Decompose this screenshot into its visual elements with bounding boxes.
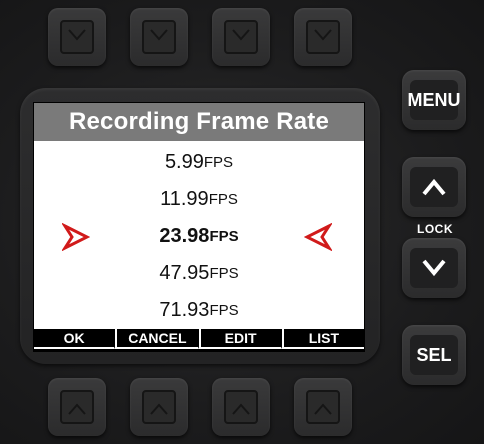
softkey-bar: OK CANCEL EDIT LIST [34, 329, 364, 351]
menu-button[interactable]: MENU [402, 70, 466, 130]
down-chevron-icon [142, 20, 176, 54]
frame-rate-value: 71.93 [159, 299, 210, 321]
frame-rate-unit: FPS [208, 191, 238, 208]
list-item-frame-rate[interactable]: 71.93 FPS [34, 292, 364, 329]
frame-rate-value: 47.95 [159, 262, 210, 284]
softkey-cancel[interactable]: CANCEL [115, 329, 199, 349]
up-arrow-icon [410, 167, 458, 207]
frame-rate-value: 23.98 [159, 225, 210, 247]
down-arrow-button[interactable] [402, 238, 466, 298]
frame-rate-list[interactable]: 5.99 FPS 11.99 FPS 23.98 FPS 47.95 FPS 71.93… [34, 141, 364, 329]
lock-label: LOCK [417, 222, 453, 236]
menu-title: Recording Frame Rate [68, 108, 330, 135]
list-item-frame-rate[interactable]: 11.99 FPS [34, 181, 364, 218]
softkey-list[interactable]: LIST [281, 329, 364, 349]
up-arrow-button[interactable] [402, 157, 466, 217]
down-chevron-icon [306, 20, 340, 54]
selection-right-pointer-icon [60, 222, 91, 256]
up-chevron-icon [306, 390, 340, 424]
frame-rate-value: 11.99 [160, 188, 209, 210]
menu-button-label: MENU [408, 80, 461, 120]
bottom-softkey-button-3[interactable] [212, 378, 270, 436]
up-chevron-icon [60, 390, 94, 424]
lcd-screen: Recording Frame Rate 5.99 FPS 11.99 FPS 23… [33, 102, 365, 352]
sel-button[interactable]: SEL [402, 325, 466, 385]
softkey-edit[interactable]: EDIT [198, 329, 282, 349]
up-chevron-icon [142, 390, 176, 424]
frame-rate-unit: FPS [203, 154, 234, 171]
selection-left-pointer-icon [303, 222, 334, 256]
sel-button-label: SEL [410, 335, 458, 375]
frame-rate-value: 5.99 [164, 151, 204, 173]
top-softkey-button-3[interactable] [212, 8, 270, 66]
bottom-softkey-button-4[interactable] [294, 378, 352, 436]
list-item-frame-rate[interactable]: 5.99 FPS [34, 144, 364, 181]
up-chevron-icon [224, 390, 258, 424]
down-chevron-icon [60, 20, 94, 54]
down-chevron-icon [224, 20, 258, 54]
frame-rate-unit: FPS [209, 302, 239, 319]
list-item-frame-rate[interactable]: 47.95 FPS [34, 255, 364, 292]
frame-rate-unit: FPS [209, 228, 239, 245]
bottom-softkey-button-2[interactable] [130, 378, 188, 436]
top-softkey-button-2[interactable] [130, 8, 188, 66]
top-softkey-button-4[interactable] [294, 8, 352, 66]
frame-rate-unit: FPS [209, 265, 239, 282]
top-softkey-button-1[interactable] [48, 8, 106, 66]
softkey-ok[interactable]: OK [34, 329, 116, 349]
down-arrow-icon [410, 248, 458, 288]
menu-title-bar: Recording Frame Rate [34, 103, 364, 141]
bottom-softkey-button-1[interactable] [48, 378, 106, 436]
